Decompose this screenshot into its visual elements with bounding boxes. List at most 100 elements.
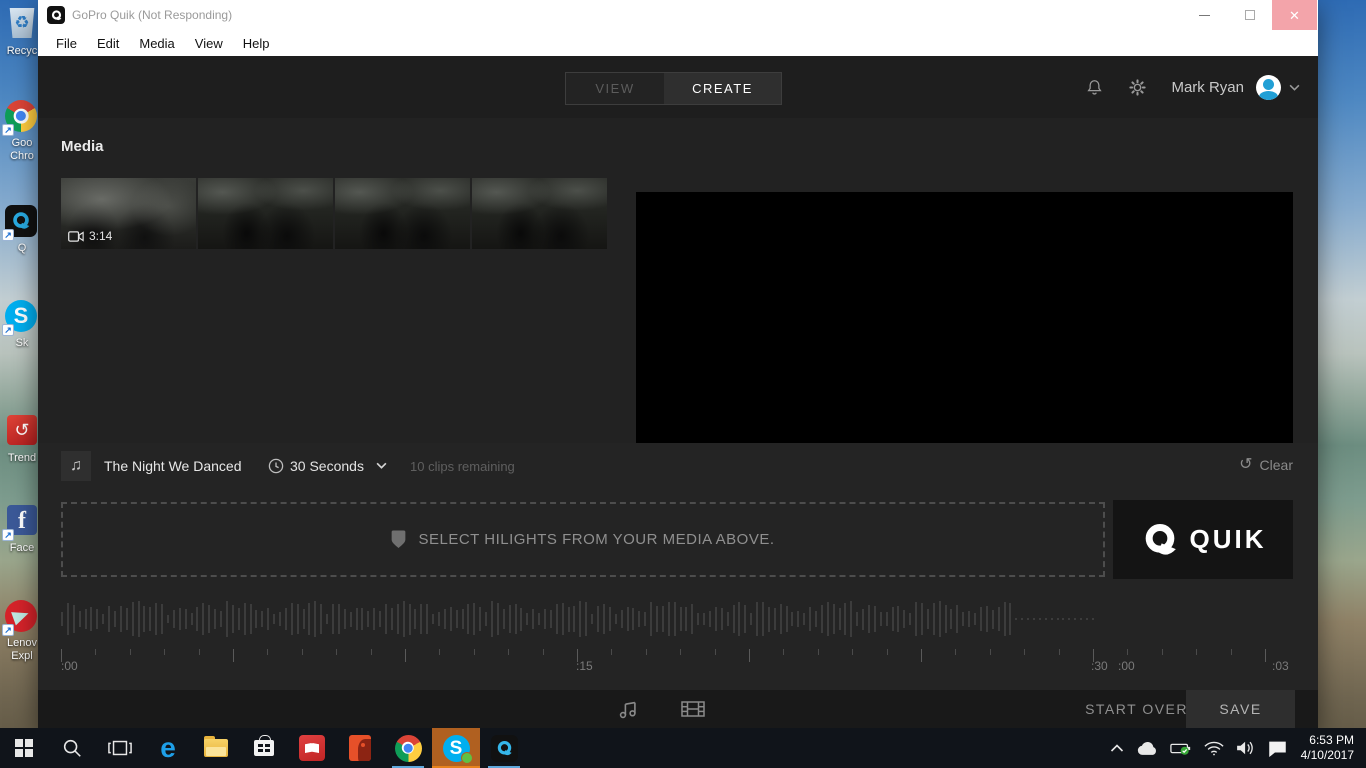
- tab-view[interactable]: VIEW: [566, 73, 664, 104]
- music-note-icon[interactable]: ♫: [61, 451, 91, 481]
- title-bar: GoPro Quik (Not Responding) ✕: [38, 0, 1318, 30]
- video-camera-icon: [68, 231, 84, 242]
- close-button[interactable]: ✕: [1272, 0, 1317, 30]
- save-button[interactable]: SAVE: [1186, 690, 1295, 728]
- settings-gear-icon[interactable]: [1128, 78, 1147, 97]
- trend-micro-icon: ↺: [7, 415, 37, 445]
- onedrive-cloud-icon[interactable]: [1130, 741, 1164, 756]
- taskbar-clock[interactable]: 6:53 PM 4/10/2017: [1293, 733, 1366, 763]
- reset-icon: ↺: [1239, 457, 1252, 473]
- taskbar-reader-app-button[interactable]: [288, 728, 336, 768]
- menu-edit[interactable]: Edit: [87, 36, 129, 51]
- hilight-dropzone[interactable]: SELECT HILIGHTS FROM YOUR MEDIA ABOVE.: [61, 502, 1105, 577]
- chevron-down-icon[interactable]: [376, 462, 387, 469]
- timeline-label: :00: [61, 659, 78, 673]
- media-thumbnail-4[interactable]: [472, 178, 607, 249]
- shortcut-arrow-icon: ↗: [2, 324, 14, 336]
- chrome-icon: [395, 735, 422, 762]
- audio-waveform[interactable]: [61, 595, 1095, 643]
- volume-icon[interactable]: [1230, 740, 1262, 756]
- hilight-message: SELECT HILIGHTS FROM YOUR MEDIA ABOVE.: [418, 531, 774, 548]
- menu-view[interactable]: View: [185, 36, 233, 51]
- app-body: VIEW CREATE: [38, 56, 1318, 728]
- clips-remaining: 10 clips remaining: [410, 459, 515, 474]
- clock-time: 6:53 PM: [1301, 733, 1354, 748]
- shortcut-arrow-icon: ↗: [2, 229, 14, 241]
- media-thumbnail-1[interactable]: 3:14: [61, 178, 196, 249]
- notifications-bell-icon[interactable]: [1085, 78, 1104, 97]
- windows-logo-icon: [15, 739, 33, 757]
- taskbar-red-app-button[interactable]: [336, 728, 384, 768]
- user-name[interactable]: Mark Ryan: [1171, 79, 1244, 96]
- timeline-label: :03: [1272, 659, 1289, 673]
- taskbar-search-button[interactable]: [48, 728, 96, 768]
- media-thumbnails: 3:14: [61, 178, 607, 249]
- clip-duration-badge: 3:14: [68, 229, 112, 243]
- menu-bar: File Edit Media View Help: [38, 30, 1318, 56]
- hilight-tag-icon: [391, 530, 406, 549]
- taskbar: e S: [0, 728, 1366, 768]
- window-title: GoPro Quik (Not Responding): [72, 8, 232, 22]
- store-icon: [254, 740, 274, 756]
- menu-file[interactable]: File: [46, 36, 87, 51]
- shortcut-arrow-icon: ↗: [2, 124, 14, 136]
- menu-help[interactable]: Help: [233, 36, 280, 51]
- song-title[interactable]: The Night We Danced: [104, 458, 241, 474]
- media-thumbnail-2[interactable]: [198, 178, 333, 249]
- timeline-label: :15: [576, 659, 593, 673]
- taskbar-file-explorer-button[interactable]: [192, 728, 240, 768]
- chevron-down-icon[interactable]: [1289, 84, 1300, 91]
- app-window-gopro-quik: GoPro Quik (Not Responding) ✕ File Edit …: [38, 0, 1318, 728]
- start-button[interactable]: [0, 728, 48, 768]
- shortcut-arrow-icon: ↗: [2, 624, 14, 636]
- media-section: Media 3:14: [38, 118, 1318, 443]
- quik-logo-icon: [1140, 520, 1180, 560]
- power-battery-icon[interactable]: [1164, 740, 1198, 756]
- clock-icon: [268, 458, 284, 474]
- recycle-bin-icon: ♻: [8, 8, 36, 38]
- menu-media[interactable]: Media: [129, 36, 184, 51]
- taskbar-edge-button[interactable]: e: [144, 728, 192, 768]
- footer-bar: START OVER SAVE: [38, 690, 1318, 728]
- wifi-icon[interactable]: [1198, 741, 1230, 756]
- quik-icon: [491, 735, 518, 762]
- face-app-icon: [349, 735, 371, 761]
- taskbar-skype-button[interactable]: S: [432, 728, 480, 768]
- minimize-button[interactable]: [1182, 0, 1227, 30]
- media-thumbnail-3[interactable]: [335, 178, 470, 249]
- search-icon: [61, 737, 83, 759]
- view-create-toggle: VIEW CREATE: [565, 72, 782, 105]
- system-tray: 6:53 PM 4/10/2017: [1104, 728, 1366, 768]
- clock-date: 4/10/2017: [1301, 748, 1354, 763]
- create-panel: ♫ The Night We Danced 30 Seconds 10 clip…: [38, 443, 1318, 690]
- skype-notification-dot: [461, 752, 473, 764]
- music-tool-icon[interactable]: [616, 697, 640, 721]
- start-over-button[interactable]: START OVER: [1085, 701, 1188, 717]
- clip-duration: 3:14: [89, 229, 112, 243]
- app-header: VIEW CREATE: [38, 56, 1318, 118]
- maximize-button[interactable]: [1227, 0, 1272, 30]
- taskbar-chrome-button[interactable]: [384, 728, 432, 768]
- media-heading: Media: [61, 138, 104, 155]
- timeline-ruler[interactable]: :00 :15 :30 :00 :03: [61, 649, 1293, 675]
- book-icon: [299, 735, 325, 761]
- music-bar: ♫ The Night We Danced 30 Seconds 10 clip…: [38, 449, 1318, 489]
- taskbar-quik-button[interactable]: [480, 728, 528, 768]
- shortcut-arrow-icon: ↗: [2, 529, 14, 541]
- edge-icon: e: [160, 734, 176, 762]
- clear-button[interactable]: ↺ Clear: [1239, 457, 1293, 473]
- quik-app-icon: [47, 6, 65, 24]
- user-avatar[interactable]: [1256, 75, 1281, 100]
- video-preview[interactable]: [636, 192, 1293, 477]
- timeline-label: :00: [1118, 659, 1135, 673]
- taskbar-store-button[interactable]: [240, 728, 288, 768]
- frames-tool-icon[interactable]: [680, 697, 706, 721]
- file-explorer-icon: [204, 739, 228, 757]
- tray-chevron-up-icon[interactable]: [1104, 744, 1130, 753]
- task-view-button[interactable]: [96, 728, 144, 768]
- quik-brand-text: QUIK: [1190, 524, 1267, 555]
- task-view-icon: [108, 738, 132, 758]
- tab-create[interactable]: CREATE: [664, 73, 781, 104]
- duration-dropdown-value[interactable]: 30 Seconds: [290, 458, 364, 474]
- action-center-icon[interactable]: [1262, 740, 1293, 757]
